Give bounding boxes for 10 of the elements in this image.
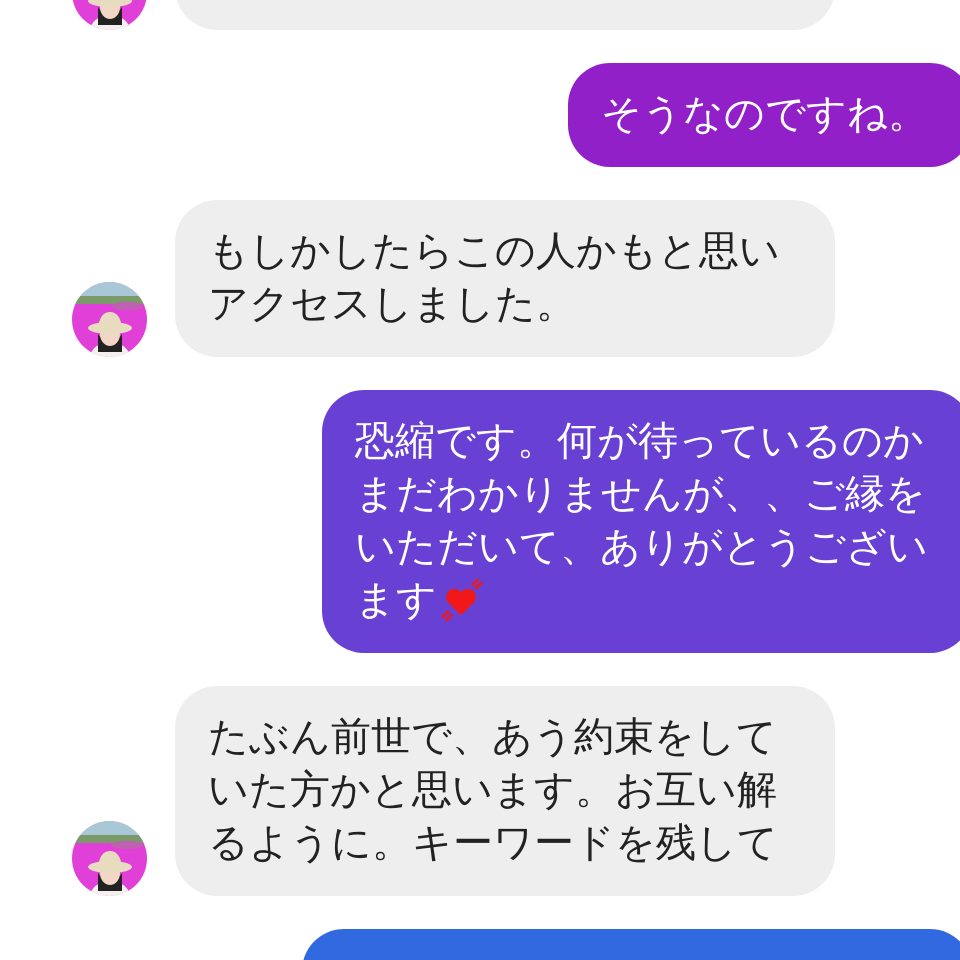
message-text: るように。キーワードを残して xyxy=(208,819,779,868)
message-text: いた方かと思います。お互い解 xyxy=(208,766,778,815)
message-text: たぶん前世で、あう約束をして xyxy=(208,713,778,762)
message-text: アクセスしました。 xyxy=(208,280,577,329)
message-text: いただいて、ありがとうござい xyxy=(355,523,928,572)
message-text: もしかしたらこの人かもと思い xyxy=(208,227,781,276)
message-text: 恐縮です。何が待っているのか xyxy=(355,417,925,466)
message-text: そうなのですね。 xyxy=(601,90,928,139)
message-text: まだわかりませんが、、ご縁を xyxy=(355,470,927,519)
message-text: ます xyxy=(355,574,928,627)
